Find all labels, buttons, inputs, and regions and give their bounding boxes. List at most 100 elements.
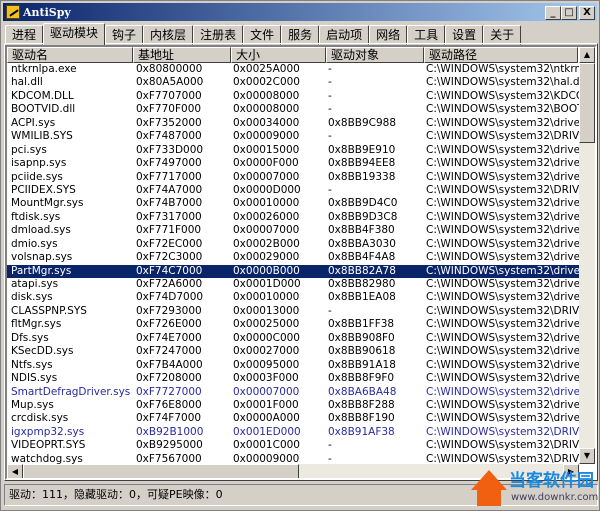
tab-0[interactable]: 进程 bbox=[5, 25, 44, 45]
table-row[interactable]: WMILIB.SYS 0xF7487000 0x00009000 - C:\WINDOW… bbox=[7, 130, 581, 143]
cell-path: C:\WINDOWS\system32\drivers\ bbox=[426, 412, 581, 425]
column-header-3[interactable]: 驱动对象 bbox=[326, 47, 424, 63]
watermark-url: www.downkr.com bbox=[511, 492, 599, 503]
table-row[interactable]: pciide.sys 0xF7717000 0x00007000 0x8BB19338… bbox=[7, 171, 581, 184]
table-row[interactable]: fltMgr.sys 0xF726E000 0x00025000 0x8BB1FF38… bbox=[7, 318, 581, 331]
cell-object: 0x8B91AF38 bbox=[328, 425, 395, 438]
table-row[interactable]: ntkrnlpa.exe 0x80800000 0x0025A000 - C:\WIND… bbox=[7, 63, 581, 76]
column-header-2[interactable]: 大小 bbox=[231, 47, 326, 63]
table-row[interactable]: igxpmp32.sys 0xB92B1000 0x001ED000 0x8B91AF… bbox=[7, 426, 581, 439]
close-button[interactable]: X bbox=[579, 6, 595, 20]
cell-path: C:\WINDOWS\system32\drivers\ bbox=[426, 358, 581, 371]
cell-size: 0x00025000 bbox=[233, 318, 300, 331]
cell-size: 0x00026000 bbox=[233, 210, 300, 223]
cell-size: 0x0025A000 bbox=[233, 63, 300, 75]
cell-name: CLASSPNP.SYS bbox=[11, 304, 87, 317]
table-row[interactable]: crcdisk.sys 0xF74F7000 0x0000A000 0x8BB8F19… bbox=[7, 412, 581, 425]
table-row[interactable]: PartMgr.sys 0xF74C7000 0x0000B000 0x8BB82A7… bbox=[7, 264, 581, 278]
table-row[interactable]: pci.sys 0xF733D000 0x00015000 0x8BB9E910 C:\… bbox=[7, 144, 581, 157]
table-row[interactable]: SmartDefragDriver.sys 0xF7727000 0x0000700… bbox=[7, 386, 581, 399]
table-row[interactable]: BOOTVID.dll 0xF770F000 0x00008000 - C:\WINDO… bbox=[7, 103, 581, 116]
table-row[interactable]: ftdisk.sys 0xF7317000 0x00026000 0x8BB9D3C8… bbox=[7, 211, 581, 224]
tab-9[interactable]: 工具 bbox=[407, 25, 446, 45]
cell-object: - bbox=[328, 63, 332, 75]
cell-object: 0x8BA6BA48 bbox=[328, 385, 397, 398]
cell-size: 0x00015000 bbox=[233, 143, 300, 156]
table-row[interactable]: volsnap.sys 0xF72C3000 0x00029000 0x8BB4F4A… bbox=[7, 251, 581, 264]
horizontal-scroll-thumb[interactable] bbox=[23, 464, 299, 478]
cell-path: C:\WINDOWS\system32\drivers\ bbox=[426, 318, 581, 331]
tab-1[interactable]: 驱动模块 bbox=[43, 23, 106, 45]
tab-3[interactable]: 内核层 bbox=[143, 25, 194, 45]
cell-path: C:\WINDOWS\system32\drivers\ bbox=[426, 398, 581, 411]
tab-4[interactable]: 注册表 bbox=[193, 25, 244, 45]
cell-path: C:\WINDOWS\system32\DRIVER bbox=[426, 183, 581, 196]
tab-5[interactable]: 文件 bbox=[243, 25, 282, 45]
cell-name: NDIS.sys bbox=[11, 372, 58, 385]
table-row[interactable]: Mup.sys 0xF76E8000 0x0001F000 0x8BB8F288 C:\… bbox=[7, 399, 581, 412]
cell-size: 0x00013000 bbox=[233, 304, 300, 317]
scroll-down-button[interactable]: ▼ bbox=[579, 448, 595, 464]
list-rows: ntkrnlpa.exe 0x80800000 0x0025A000 - C:\WIND… bbox=[7, 63, 581, 466]
scroll-left-button[interactable]: ◀ bbox=[7, 464, 23, 478]
tab-8[interactable]: 网络 bbox=[369, 25, 408, 45]
column-header-4[interactable]: 驱动路径 bbox=[424, 47, 578, 63]
table-row[interactable]: KSecDD.sys 0xF7247000 0x00027000 0x8BB90618… bbox=[7, 345, 581, 358]
table-row[interactable]: dmio.sys 0xF72EC000 0x0002B000 0x8BBA3030 C:… bbox=[7, 238, 581, 251]
cell-name: KSecDD.sys bbox=[11, 345, 74, 358]
cell-name: Mup.sys bbox=[11, 398, 54, 411]
vertical-scroll-thumb[interactable] bbox=[579, 63, 595, 143]
cell-object: 0x8BB19338 bbox=[328, 170, 396, 183]
cell-path: C:\WINDOWS\system32\drivers\ bbox=[426, 278, 581, 290]
table-row[interactable]: isapnp.sys 0xF7497000 0x0000F000 0x8BB94EE8… bbox=[7, 157, 581, 170]
cell-size: 0x0003F000 bbox=[233, 372, 299, 385]
tab-11[interactable]: 关于 bbox=[483, 25, 522, 45]
column-header-0[interactable]: 驱动名 bbox=[7, 47, 133, 63]
table-row[interactable]: NDIS.sys 0xF7208000 0x0003F000 0x8BB8F9F0 C:… bbox=[7, 372, 581, 385]
table-row[interactable]: atapi.sys 0xF72A6000 0x0001D000 0x8BB82980 C… bbox=[7, 278, 581, 291]
table-row[interactable]: Dfs.sys 0xF74E7000 0x0000C000 0x8BB908F0 C:\… bbox=[7, 332, 581, 345]
cell-base: 0xF7B4A000 bbox=[136, 358, 203, 371]
maximize-button[interactable]: □ bbox=[561, 6, 577, 20]
cell-name: dmload.sys bbox=[11, 224, 71, 237]
cell-path: C:\WINDOWS\system32\drivers\ bbox=[426, 385, 581, 398]
cell-base: 0xB9295000 bbox=[136, 439, 203, 452]
cell-path: C:\WINDOWS\system32\drivers\ bbox=[426, 291, 581, 304]
cell-path: C:\WINDOWS\system32\drivers\ bbox=[426, 372, 581, 385]
cell-size: 0x00007000 bbox=[233, 170, 300, 183]
minimize-button[interactable]: _ bbox=[545, 6, 561, 20]
cell-name: ntkrnlpa.exe bbox=[11, 63, 77, 75]
table-row[interactable]: PCIIDEX.SYS 0xF74A7000 0x0000D000 - C:\WINDO… bbox=[7, 184, 581, 197]
cell-base: 0xF7247000 bbox=[136, 345, 202, 358]
vertical-scrollbar[interactable]: ▲ ▼ bbox=[579, 47, 595, 464]
scroll-up-button[interactable]: ▲ bbox=[579, 47, 595, 63]
table-row[interactable]: dmload.sys 0xF771F000 0x00007000 0x8BB4F380… bbox=[7, 224, 581, 237]
table-row[interactable]: ACPI.sys 0xF7352000 0x00034000 0x8BB9C988 C:… bbox=[7, 117, 581, 130]
tab-10[interactable]: 设置 bbox=[445, 25, 484, 45]
table-row[interactable]: Ntfs.sys 0xF7B4A000 0x00095000 0x8BB91A18 C:… bbox=[7, 359, 581, 372]
table-row[interactable]: VIDEOPRT.SYS 0xB9295000 0x0001C000 - C:\WIND… bbox=[7, 439, 581, 452]
title-bar[interactable]: AntiSpy _ □ X bbox=[3, 3, 597, 21]
table-row[interactable]: hal.dll 0x80A5A000 0x0002C000 - C:\WINDOWS\s… bbox=[7, 76, 581, 89]
table-row[interactable]: MountMgr.sys 0xF74B7000 0x00010000 0x8BB9D4… bbox=[7, 197, 581, 210]
cell-size: 0x0001C000 bbox=[233, 439, 300, 452]
cell-size: 0x00007000 bbox=[233, 385, 300, 398]
table-row[interactable]: CLASSPNP.SYS 0xF7293000 0x00013000 - C:\WIND… bbox=[7, 305, 581, 318]
cell-name: PartMgr.sys bbox=[11, 264, 72, 277]
cell-path: C:\WINDOWS\system32\drivers\ bbox=[426, 264, 581, 277]
column-header-1[interactable]: 基地址 bbox=[133, 47, 231, 63]
cell-object: 0x8BB90618 bbox=[328, 345, 396, 358]
cell-path: C:\WINDOWS\system32\drivers\ bbox=[426, 224, 581, 237]
cell-path: C:\WINDOWS\system32\drivers\ bbox=[426, 331, 581, 344]
cell-size: 0x00029000 bbox=[233, 251, 300, 264]
tab-2[interactable]: 钩子 bbox=[105, 25, 144, 45]
cell-name: fltMgr.sys bbox=[11, 318, 62, 331]
watermark-logo: 当客软件园 www.downkr.com bbox=[471, 466, 599, 510]
tab-6[interactable]: 服务 bbox=[281, 25, 320, 45]
cell-path: C:\WINDOWS\system32\hal.dll bbox=[426, 76, 581, 89]
table-row[interactable]: disk.sys 0xF74D7000 0x00010000 0x8BB1EA08 C:… bbox=[7, 291, 581, 304]
table-row[interactable]: KDCOM.DLL 0xF7707000 0x00008000 - C:\WINDOWS… bbox=[7, 90, 581, 103]
tab-7[interactable]: 启动项 bbox=[319, 25, 370, 45]
cell-path: C:\WINDOWS\system32\drivers\ bbox=[426, 143, 581, 156]
cell-path: C:\WINDOWS\system32\KDCOM bbox=[426, 89, 581, 102]
